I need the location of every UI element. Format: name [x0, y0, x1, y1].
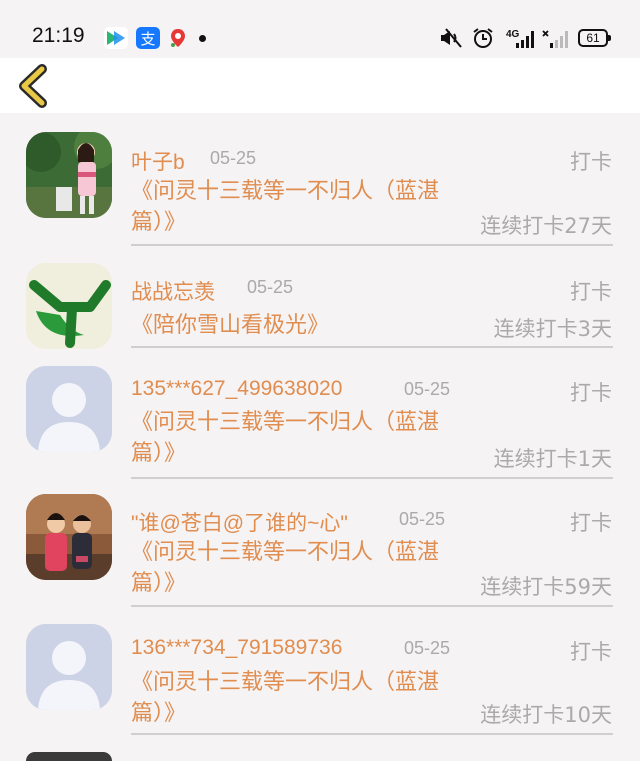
checkin-action-label: 打卡	[570, 381, 612, 405]
post-date: 05-25	[247, 277, 294, 297]
list-item[interactable]: 136***734_791589736 05-25 打卡 《问灵十三载等一不归人…	[0, 609, 640, 739]
book-title[interactable]: 《陪你雪山看极光》	[131, 310, 461, 341]
user-name[interactable]: "谁@苍白@了谁的~心"	[131, 507, 348, 537]
user-name[interactable]: 135***627_499638020	[131, 377, 342, 401]
list-item-partial	[0, 748, 640, 761]
video-app-icon	[104, 27, 128, 49]
avatar[interactable]	[26, 494, 112, 580]
default-avatar-icon[interactable]	[26, 366, 112, 452]
notification-dot	[199, 35, 206, 42]
avatar[interactable]	[26, 263, 112, 349]
list-item[interactable]: "谁@苍白@了谁的~心" 05-25 打卡 《问灵十三载等一不归人（蓝湛篇）》 …	[0, 479, 640, 609]
header-bar	[0, 58, 640, 113]
checkin-action-label: 打卡	[570, 640, 612, 664]
signal-type-label: 4G	[506, 29, 520, 40]
list-item[interactable]: 战战忘羡 05-25 打卡 《陪你雪山看极光》 连续打卡3天	[0, 246, 640, 349]
checkin-action-label: 打卡	[570, 150, 612, 174]
alipay-icon: 支	[136, 27, 160, 49]
avatar[interactable]	[26, 132, 112, 218]
book-title[interactable]: 《问灵十三载等一不归人（蓝湛篇）》	[131, 537, 461, 599]
chevron-left-icon	[19, 64, 47, 108]
streak-count: 连续打卡27天	[480, 214, 612, 238]
list-item[interactable]: 叶子b 05-25 打卡 《问灵十三载等一不归人（蓝湛篇）》 连续打卡27天	[0, 114, 640, 246]
streak-count: 连续打卡59天	[480, 575, 612, 599]
post-date: 05-25	[404, 379, 451, 399]
battery-icon: 61	[578, 29, 611, 47]
book-title[interactable]: 《问灵十三载等一不归人（蓝湛篇）》	[131, 176, 461, 238]
status-time: 21:19	[32, 24, 85, 47]
streak-count: 连续打卡10天	[480, 703, 612, 727]
list-item[interactable]: 135***627_499638020 05-25 打卡 《问灵十三载等一不归人…	[0, 349, 640, 479]
default-avatar-icon[interactable]	[26, 624, 112, 710]
post-date: 05-25	[404, 638, 451, 658]
sim-signal-icon	[542, 27, 570, 54]
post-date: 05-25	[399, 509, 446, 529]
divider	[131, 346, 613, 348]
signal-icon: 4G	[506, 27, 536, 54]
back-button[interactable]	[16, 64, 50, 108]
checkin-action-label: 打卡	[570, 511, 612, 535]
divider	[131, 733, 613, 735]
user-name[interactable]: 战战忘羡	[131, 276, 215, 306]
mute-icon	[437, 27, 465, 54]
divider	[131, 605, 613, 607]
user-name[interactable]: 136***734_791589736	[131, 636, 342, 660]
alarm-icon	[472, 27, 494, 54]
map-pin-icon	[166, 27, 190, 49]
status-bar: 21:19 支 4G 61	[0, 0, 640, 58]
streak-count: 连续打卡1天	[493, 447, 612, 471]
user-name[interactable]: 叶子b	[131, 146, 185, 176]
book-title[interactable]: 《问灵十三载等一不归人（蓝湛篇）》	[131, 407, 461, 469]
checkin-action-label: 打卡	[570, 280, 612, 304]
streak-count: 连续打卡3天	[493, 317, 612, 341]
avatar-partial	[26, 752, 112, 761]
post-date: 05-25	[210, 148, 257, 168]
book-title[interactable]: 《问灵十三载等一不归人（蓝湛篇）》	[131, 667, 461, 729]
svg-text:支: 支	[140, 30, 155, 48]
